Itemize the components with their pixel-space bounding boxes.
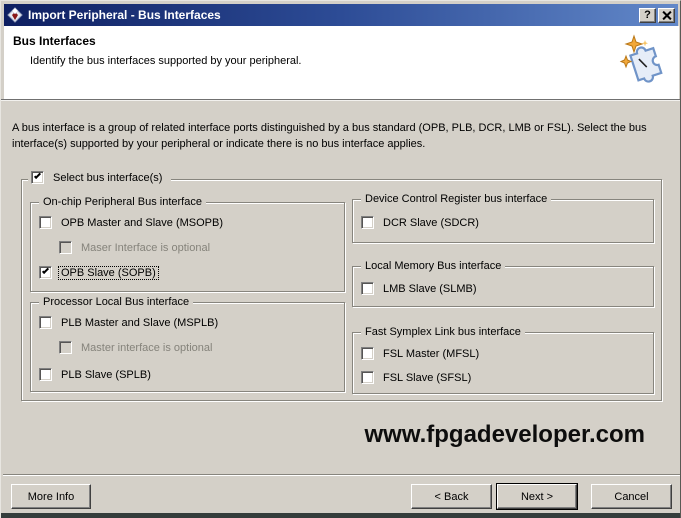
plb-group-title: Processor Local Bus interface [39, 296, 193, 309]
fsl-group: Fast Symplex Link bus interface FSL Mast… [352, 332, 654, 394]
next-button[interactable]: Next > [497, 484, 577, 509]
puzzle-wizard-icon [619, 34, 667, 86]
dcr-slave-label: DCR Slave (SDCR) [381, 217, 481, 229]
fsl-master-label: FSL Master (MFSL) [381, 348, 481, 360]
page-title: Bus Interfaces [13, 34, 96, 48]
close-x-icon [662, 11, 671, 20]
opb-master-slave-checkbox[interactable] [39, 216, 52, 229]
window-title: Import Peripheral - Bus Interfaces [28, 8, 637, 22]
opb-master-slave-label: OPB Master and Slave (MSOPB) [59, 217, 225, 229]
dcr-group: Device Control Register bus interface DC… [352, 199, 654, 243]
master-interface-optional-checkbox [59, 341, 72, 354]
maser-interface-optional-checkbox [59, 241, 72, 254]
close-button[interactable] [658, 8, 675, 23]
page-subtitle: Identify the bus interfaces supported by… [30, 55, 302, 67]
master-interface-optional-label: Master interface is optional [79, 342, 214, 354]
lmb-slave-checkbox[interactable] [361, 282, 374, 295]
opb-slave-label: OPB Slave (SOPB) [59, 267, 158, 279]
plb-group: Processor Local Bus interface PLB Master… [30, 302, 345, 392]
fsl-group-title: Fast Symplex Link bus interface [361, 326, 525, 339]
footer-divider [3, 474, 680, 475]
maser-interface-optional-checkbox-row: Maser Interface is optional [59, 241, 212, 254]
dcr-group-title: Device Control Register bus interface [361, 193, 551, 206]
lmb-slave-checkbox-row[interactable]: LMB Slave (SLMB) [361, 282, 479, 295]
select-bus-interfaces-label: Select bus interface(s) [51, 172, 164, 184]
dcr-slave-checkbox-row[interactable]: DCR Slave (SDCR) [361, 216, 481, 229]
plb-slave-checkbox[interactable] [39, 368, 52, 381]
lmb-group-title: Local Memory Bus interface [361, 260, 505, 273]
opb-slave-checkbox-row[interactable]: OPB Slave (SOPB) [39, 266, 158, 279]
plb-master-slave-checkbox-row[interactable]: PLB Master and Slave (MSPLB) [39, 316, 220, 329]
watermark-text: www.fpgadeveloper.com [364, 421, 645, 449]
maser-interface-optional-label: Maser Interface is optional [79, 242, 212, 254]
opb-slave-checkbox[interactable] [39, 266, 52, 279]
lmb-slave-label: LMB Slave (SLMB) [381, 283, 479, 295]
plb-slave-label: PLB Slave (SPLB) [59, 369, 153, 381]
opb-group-title: On-chip Peripheral Bus interface [39, 196, 206, 209]
intro-text: A bus interface is a group of related in… [12, 120, 657, 152]
dcr-slave-checkbox[interactable] [361, 216, 374, 229]
fsl-slave-checkbox[interactable] [361, 371, 374, 384]
wizard-header: Bus Interfaces Identify the bus interfac… [4, 26, 679, 99]
opb-master-slave-checkbox-row[interactable]: OPB Master and Slave (MSOPB) [39, 216, 225, 229]
app-diamond-icon [7, 7, 23, 23]
fsl-master-checkbox-row[interactable]: FSL Master (MFSL) [361, 347, 481, 360]
master-interface-optional-checkbox-row: Master interface is optional [59, 341, 214, 354]
opb-group: On-chip Peripheral Bus interface OPB Mas… [30, 202, 345, 292]
question-mark-icon: ? [644, 9, 651, 21]
title-bar: Import Peripheral - Bus Interfaces ? [4, 4, 678, 26]
lmb-group: Local Memory Bus interface LMB Slave (SL… [352, 266, 654, 307]
help-button[interactable]: ? [639, 8, 656, 23]
import-peripheral-dialog: Import Peripheral - Bus Interfaces ? Bus… [0, 0, 681, 518]
header-divider [1, 99, 681, 100]
cancel-button[interactable]: Cancel [591, 484, 672, 509]
plb-slave-checkbox-row[interactable]: PLB Slave (SPLB) [39, 368, 153, 381]
checkmark-icon [42, 267, 49, 274]
select-bus-interfaces-checkbox-row[interactable]: Select bus interface(s) [28, 171, 171, 184]
checkmark-icon [34, 172, 41, 179]
fsl-slave-label: FSL Slave (SFSL) [381, 372, 473, 384]
plb-master-slave-label: PLB Master and Slave (MSPLB) [59, 317, 220, 329]
window-bottom-edge [1, 513, 681, 518]
fsl-master-checkbox[interactable] [361, 347, 374, 360]
select-bus-interfaces-checkbox[interactable] [31, 171, 44, 184]
select-bus-interfaces-group: Select bus interface(s) On-chip Peripher… [21, 179, 662, 401]
fsl-slave-checkbox-row[interactable]: FSL Slave (SFSL) [361, 371, 473, 384]
back-button[interactable]: < Back [411, 484, 492, 509]
more-info-button[interactable]: More Info [11, 484, 91, 509]
plb-master-slave-checkbox[interactable] [39, 316, 52, 329]
